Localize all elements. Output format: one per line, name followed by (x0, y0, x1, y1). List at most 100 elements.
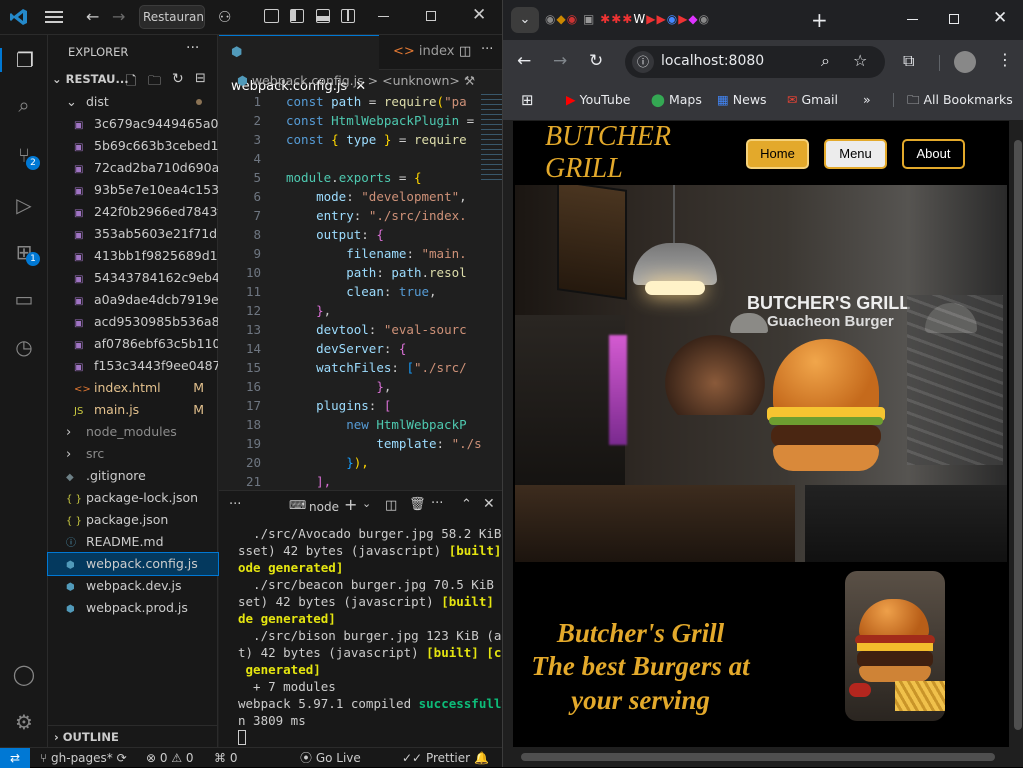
search-icon[interactable]: ⌕ (12, 93, 36, 117)
tree-folder[interactable]: › node_modules (48, 421, 218, 443)
code-line[interactable]: 8 output: { (219, 225, 502, 244)
layout-customize-icon[interactable] (264, 9, 279, 23)
branch-status[interactable]: ⑂ gh-pages* ⟳ (40, 748, 127, 768)
remote-explorer-icon[interactable]: ▭ (12, 287, 36, 311)
notifications-bell-icon[interactable]: 🔔 (474, 748, 489, 768)
chrome-maximize-icon[interactable] (949, 14, 959, 24)
back-arrow-icon[interactable]: ← (86, 7, 99, 26)
tree-file[interactable]: JS main.js M (48, 399, 218, 421)
site-logo[interactable]: BUTCHER GRILL (545, 121, 695, 185)
tree-file[interactable]: { } package.json (48, 509, 218, 531)
tree-file[interactable]: ▣ a0a9dae4dcb7919e... (48, 289, 218, 311)
manage-gear-icon[interactable]: ⚙ (12, 710, 36, 734)
new-tab-icon[interactable]: + (811, 8, 828, 32)
terminal-more-icon[interactable]: ··· (431, 496, 443, 511)
code-line[interactable]: 2 const HtmlWebpackPlugin = (219, 111, 502, 130)
code-view[interactable]: 1 const path = require("pa 2 const HtmlWebp… (219, 92, 502, 490)
menu-icon[interactable] (45, 9, 63, 25)
minimize-icon[interactable] (378, 16, 389, 17)
toggle-sidebar-icon[interactable] (290, 9, 304, 23)
tree-file[interactable]: ▣ 413bb1f9825689d1... (48, 245, 218, 267)
tab-search-button[interactable]: ⌄ (511, 7, 539, 33)
apps-grid-icon[interactable]: ⊞ (521, 90, 534, 110)
tree-file[interactable]: ▣ 93b5e7e10ea4c153... (48, 179, 218, 201)
code-line[interactable]: 1 const path = require("pa (219, 92, 502, 111)
explorer-icon[interactable]: ❐ (0, 48, 48, 72)
code-line[interactable]: 17 plugins: [ (219, 396, 502, 415)
bookmark-maps[interactable]: ⬤ Maps (651, 90, 702, 110)
split-editor-icon[interactable]: ◫ (459, 44, 471, 59)
accounts-icon[interactable]: ◯ (12, 662, 36, 686)
zoom-icon[interactable]: ⌕ (821, 51, 830, 71)
code-line[interactable]: 3 const { type } = require (219, 130, 502, 149)
tree-file[interactable]: ▣ acd9530985b536a8f... (48, 311, 218, 333)
tree-folder[interactable]: › src (48, 443, 218, 465)
panel-more-icon[interactable]: ··· (229, 497, 241, 512)
collapse-all-icon[interactable]: ⊟ (195, 71, 206, 86)
bookmark-youtube[interactable]: ▶ YouTube (566, 90, 630, 110)
copilot-icon[interactable]: ⚇ (218, 8, 231, 26)
profile-avatar[interactable] (954, 51, 976, 73)
nav-menu-button[interactable]: Menu (824, 139, 887, 169)
kill-terminal-icon[interactable]: 🗑 (409, 497, 426, 512)
ports-status[interactable]: ⌘ 0 (214, 748, 237, 768)
toggle-secondary-sidebar-icon[interactable] (341, 9, 355, 23)
all-bookmarks[interactable]: 🗀 All Bookmarks (907, 90, 1013, 110)
tree-file[interactable]: ◆ .gitignore (48, 465, 218, 487)
tree-folder[interactable]: ⌄ dist (48, 91, 218, 113)
remote-indicator[interactable]: ⇄ (0, 748, 30, 768)
problems-status[interactable]: ⊗ 0 ⚠ 0 (146, 748, 194, 768)
project-header[interactable]: ⌄ RESTAU... (52, 72, 129, 86)
code-line[interactable]: 10 path: path.resol (219, 263, 502, 282)
tree-file[interactable]: ▣ 54343784162c9eb4... (48, 267, 218, 289)
horizontal-scrollbar[interactable] (513, 750, 1003, 764)
refresh-icon[interactable]: ↻ (172, 71, 184, 87)
tree-file[interactable]: ▣ f153c3443f9ee0487... (48, 355, 218, 377)
tree-file[interactable]: ▣ 242f0b2966ed7843f... (48, 201, 218, 223)
chrome-minimize-icon[interactable] (907, 19, 918, 20)
bookmark-news[interactable]: ▦ News (717, 90, 767, 110)
tree-file[interactable]: ⬢ webpack.dev.js (48, 575, 218, 597)
forward-arrow-icon[interactable]: → (112, 7, 125, 26)
golive-status[interactable]: ⦿ Go Live (300, 748, 361, 768)
code-line[interactable]: 19 template: "./s (219, 434, 502, 453)
split-terminal-icon[interactable]: ◫ (385, 498, 397, 513)
maximize-icon[interactable] (426, 11, 436, 21)
address-bar[interactable]: ⓘ localhost:8080 ⌕ ☆ (625, 46, 885, 78)
close-icon[interactable]: ✕ (472, 5, 486, 25)
terminal-output[interactable]: ./src/Avocado burger.jpg 58.2 KiB (a sset… (219, 525, 502, 745)
code-line[interactable]: 15 watchFiles: ["./src/ (219, 358, 502, 377)
timeline-icon[interactable]: ◷ (12, 335, 36, 359)
chrome-forward-icon[interactable]: → (553, 51, 567, 71)
tree-file[interactable]: ▣ 3c679ac9449465a0f... (48, 113, 218, 135)
breadcrumb-symbol[interactable]: <unknown> (382, 73, 460, 88)
code-line[interactable]: 16 }, (219, 377, 502, 396)
tree-file[interactable]: ▣ af0786ebf63c5b110... (48, 333, 218, 355)
code-line[interactable]: 21 ], (219, 472, 502, 491)
code-line[interactable]: 7 entry: "./src/index. (219, 206, 502, 225)
code-line[interactable]: 4 (219, 149, 502, 168)
outline-section[interactable]: › OUTLINE (48, 725, 218, 747)
tree-file[interactable]: ▣ 353ab5603e21f71d3... (48, 223, 218, 245)
breadcrumb-file[interactable]: webpack.config.js (252, 73, 364, 88)
code-line[interactable]: 12 }, (219, 301, 502, 320)
extensions-puzzle-icon[interactable]: ⧉ (903, 51, 914, 71)
tree-file[interactable]: ⓘ README.md (48, 531, 218, 553)
tree-file[interactable]: <> index.html M (48, 377, 218, 399)
site-info-icon[interactable]: ⓘ (632, 51, 654, 73)
tab-index-html[interactable]: <> index.h (379, 35, 454, 70)
chrome-menu-icon[interactable]: ⋮ (997, 50, 1013, 69)
close-panel-icon[interactable]: ✕ (483, 496, 495, 512)
tree-file[interactable]: ▣ 72cad2ba710d690a... (48, 157, 218, 179)
tree-file[interactable]: ⬢ webpack.prod.js (48, 597, 218, 619)
scrollbar-thumb[interactable] (1014, 140, 1022, 730)
nav-home-button[interactable]: Home (746, 139, 809, 169)
tree-file[interactable]: ⬢ webpack.config.js (47, 552, 219, 576)
chrome-back-icon[interactable]: ← (517, 51, 531, 71)
bookmarks-overflow-icon[interactable]: » (863, 90, 871, 110)
explorer-more-icon[interactable]: ··· (186, 40, 199, 56)
toggle-panel-icon[interactable] (316, 9, 330, 23)
chrome-close-icon[interactable]: ✕ (993, 8, 1007, 28)
code-line[interactable]: 13 devtool: "eval-sourc (219, 320, 502, 339)
run-debug-icon[interactable]: ▷ (12, 193, 36, 217)
